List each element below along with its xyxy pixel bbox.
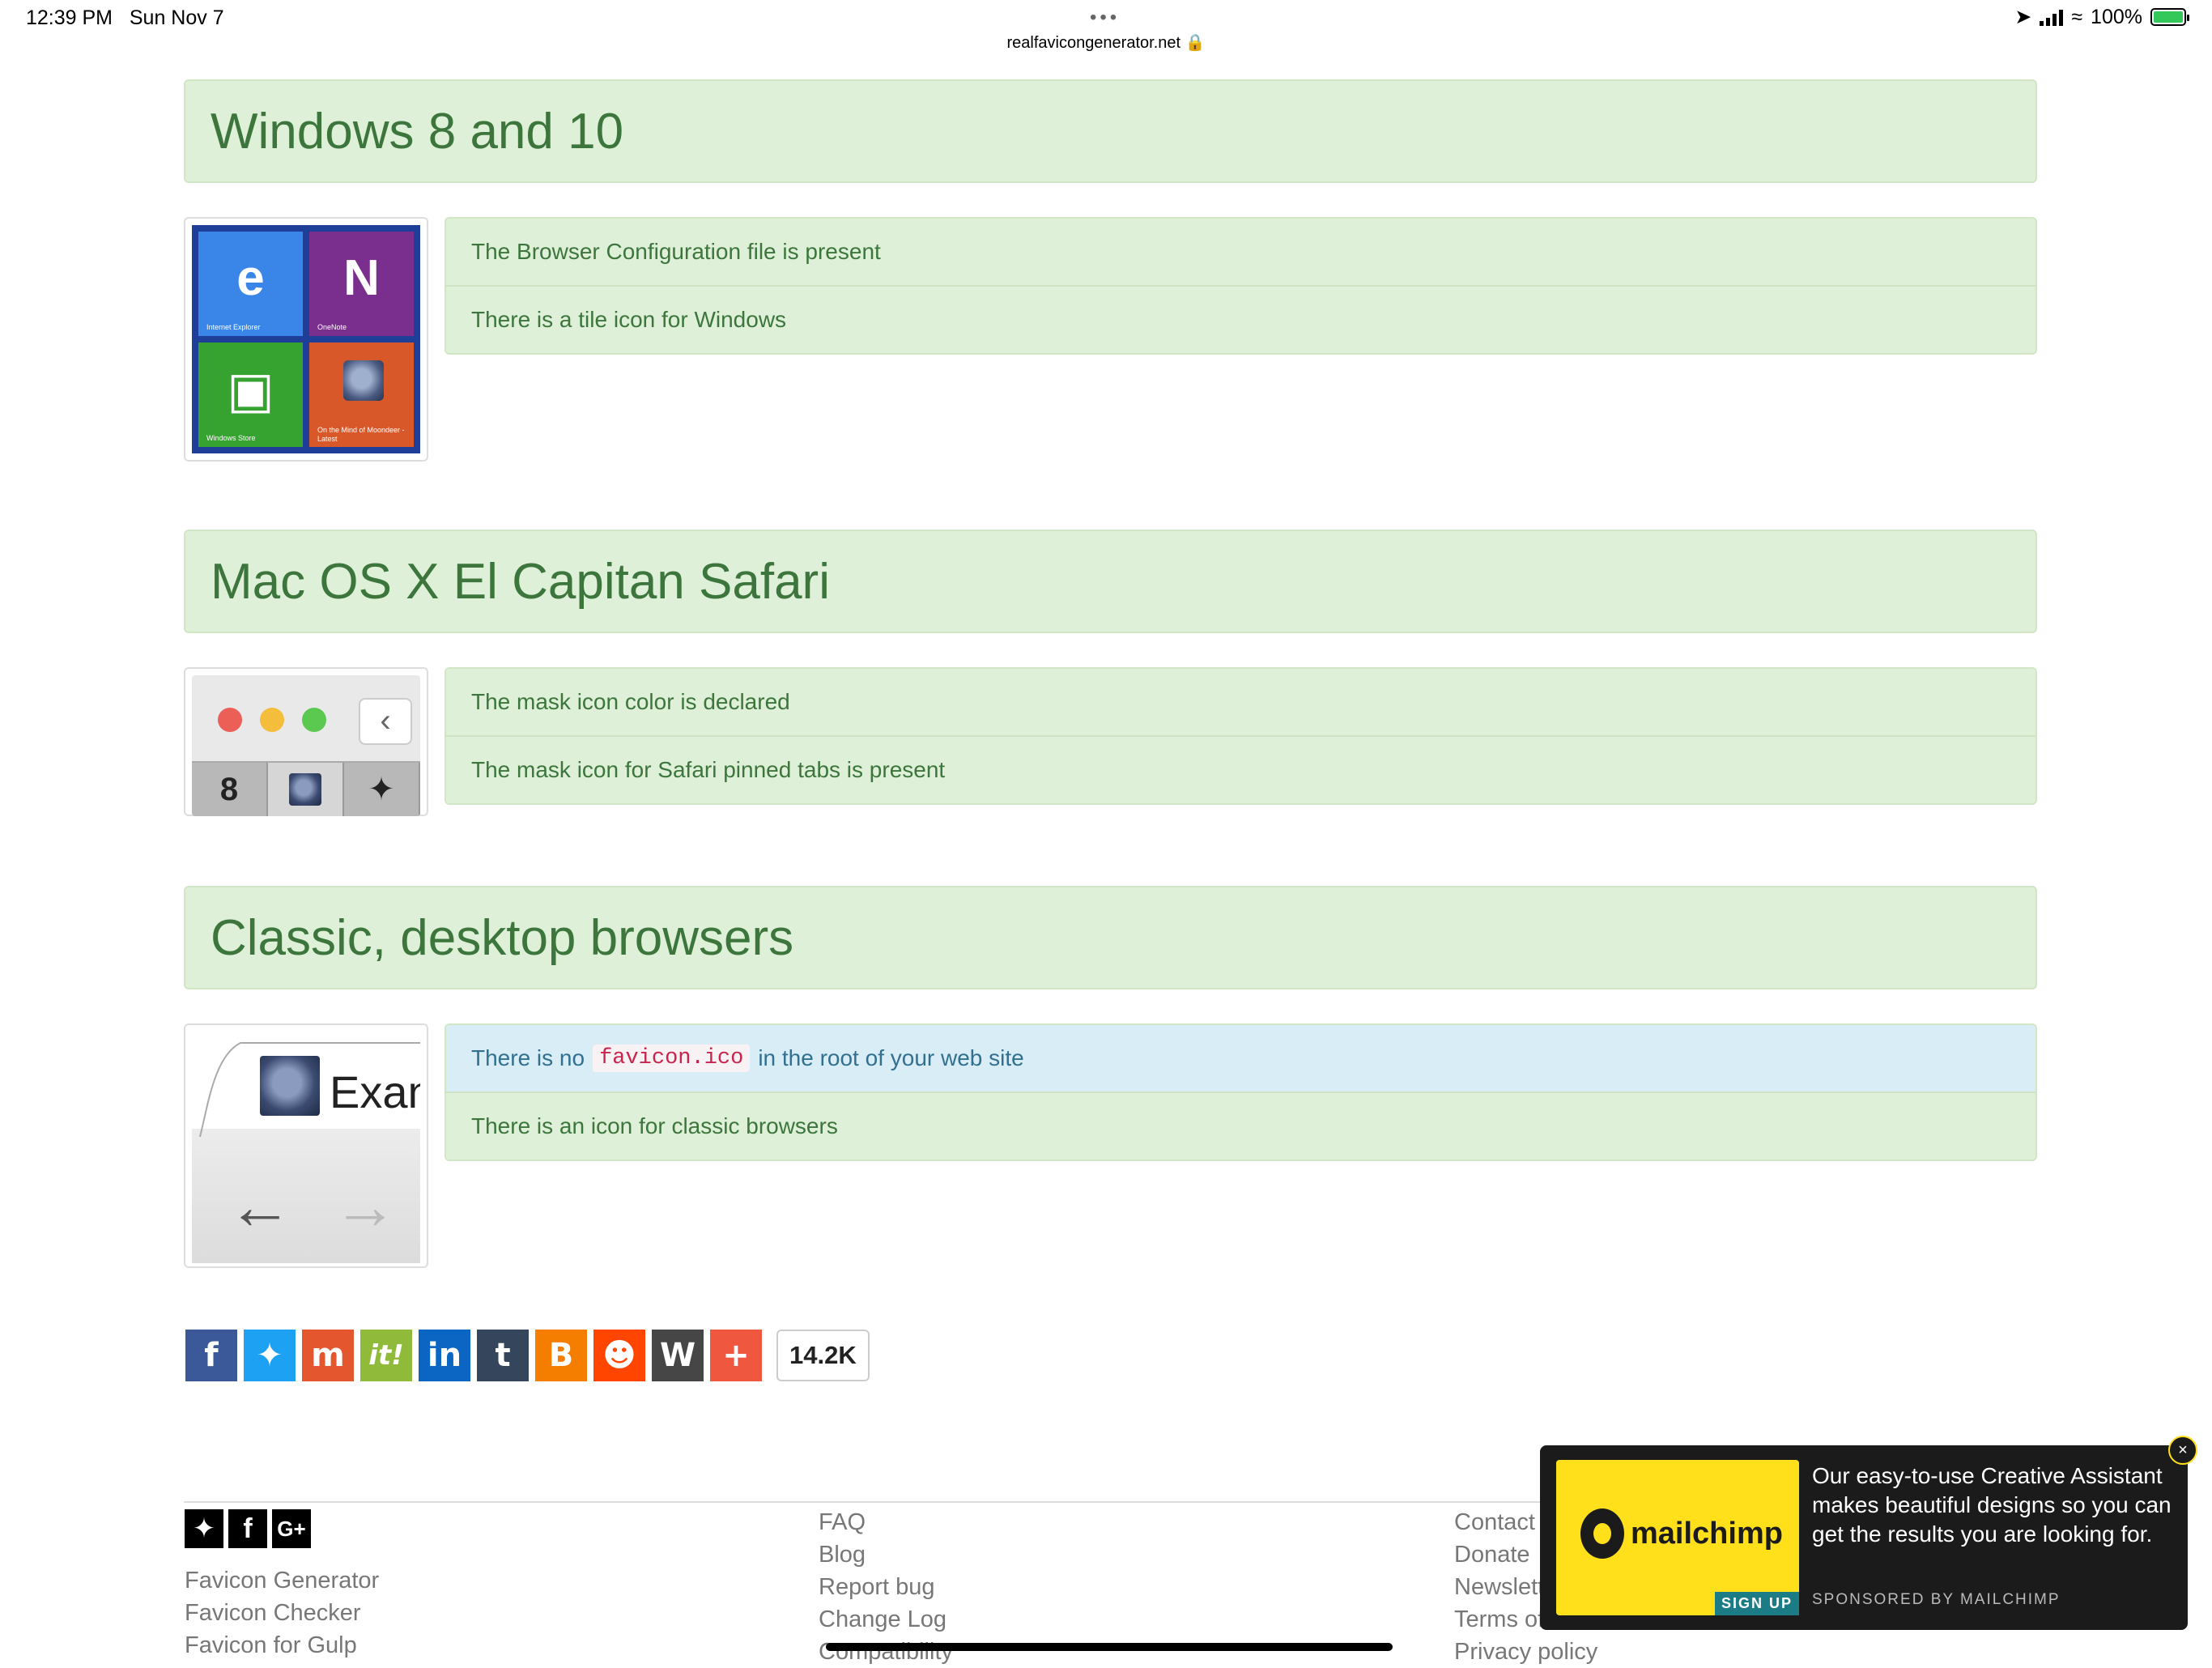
ad-sponsor: SPONSORED BY MAILCHIMP (1812, 1591, 2061, 1608)
battery-percent: 100% (2091, 5, 2142, 28)
store-bag-icon: ▣ (227, 363, 274, 419)
status-bar: 12:39 PM Sun Nov 7 ••• realfavicongenera… (0, 0, 2212, 57)
pinned-tab-google-icon: 8 (192, 763, 268, 816)
freddie-chimp-icon (1580, 1508, 1624, 1559)
tile-site: On the Mind of Moondeer - Latest (309, 343, 414, 447)
close-icon[interactable]: × (2168, 1436, 2197, 1465)
footer-link-blog[interactable]: Blog (819, 1538, 953, 1571)
signup-button[interactable]: SIGN UP (1714, 1592, 1799, 1615)
chevron-left-icon: ‹ (359, 698, 412, 745)
onenote-icon: N (343, 250, 380, 306)
check-tile-icon: There is a tile icon for Windows (446, 285, 2035, 353)
footer-link-change-log[interactable]: Change Log (819, 1603, 953, 1636)
lock-icon: 🔒 (1185, 34, 1206, 52)
signal-icon (2040, 8, 2064, 26)
wordpress-share-icon[interactable]: W (652, 1330, 704, 1381)
section-title-safari: Mac OS X El Capitan Safari (184, 530, 2037, 633)
scoopit-share-icon[interactable]: it! (360, 1330, 412, 1381)
tile-windows-store: ▣ Windows Store (198, 343, 303, 447)
footer-link-compatibility[interactable]: Compatibility (819, 1636, 953, 1668)
location-icon: ➤ (2014, 6, 2032, 28)
facebook-share-icon[interactable]: f (185, 1330, 237, 1381)
zoom-dot-icon (302, 708, 326, 732)
pinned-tab-site (268, 763, 344, 816)
footer-link-favicon-gulp[interactable]: Favicon for Gulp (185, 1629, 379, 1662)
footer-social: ✦ f G+ (185, 1509, 311, 1548)
share-bar: f ✦ m it! in t B ☻ W + 14.2K (185, 1330, 870, 1381)
mix-share-icon[interactable]: m (302, 1330, 354, 1381)
footer-divider (184, 1501, 1544, 1503)
more-share-icon[interactable]: + (710, 1330, 762, 1381)
ie-icon: e (236, 250, 265, 306)
check-mask-color: The mask icon color is declared (446, 669, 2035, 735)
google-plus-icon[interactable]: G+ (272, 1509, 311, 1548)
mailchimp-ad[interactable]: mailchimp SIGN UP Our easy-to-use Creati… (1540, 1436, 2197, 1630)
share-count: 14.2K (776, 1330, 870, 1381)
ad-banner[interactable]: mailchimp SIGN UP (1556, 1460, 1799, 1615)
reddit-share-icon[interactable]: ☻ (593, 1330, 645, 1381)
status-indicators: ➤ ≈ 100% (2014, 5, 2189, 29)
footer-link-report-bug[interactable]: Report bug (819, 1571, 953, 1603)
battery-icon (2150, 8, 2189, 26)
favicon-moon-icon (260, 1056, 320, 1116)
forward-arrow-icon: → (333, 1170, 398, 1242)
tile-onenote: N OneNote (309, 232, 414, 336)
blogger-share-icon[interactable]: B (535, 1330, 587, 1381)
minimize-dot-icon (260, 708, 284, 732)
linkedin-share-icon[interactable]: in (419, 1330, 470, 1381)
wifi-icon: ≈ (2071, 5, 2083, 28)
check-mask-icon: The mask icon for Safari pinned tabs is … (446, 735, 2035, 803)
footer-link-favicon-checker[interactable]: Favicon Checker (185, 1597, 379, 1629)
check-classic-icon: There is an icon for classic browsers (446, 1091, 2035, 1160)
multitasking-dots[interactable]: ••• (1090, 6, 1120, 29)
moon-icon (343, 360, 384, 401)
footer-link-favicon-generator[interactable]: Favicon Generator (185, 1564, 379, 1597)
facebook-icon[interactable]: f (228, 1509, 267, 1548)
classic-checks: There is no favicon.ico in the root of y… (445, 1023, 2037, 1161)
check-favicon-ico: There is no favicon.ico in the root of y… (446, 1025, 2035, 1091)
windows-tiles-preview: e Internet Explorer N OneNote ▣ Windows … (184, 217, 428, 462)
ad-text: Our easy-to-use Creative Assistant makes… (1812, 1463, 2172, 1547)
mailchimp-logo: mailchimp (1580, 1508, 1783, 1559)
tile-internet-explorer: e Internet Explorer (198, 232, 303, 336)
status-time: 12:39 PM Sun Nov 7 (26, 6, 224, 29)
classic-browser-preview: Exan ← → (184, 1023, 428, 1268)
home-indicator[interactable] (826, 1643, 1393, 1651)
twitter-icon[interactable]: ✦ (185, 1509, 223, 1548)
moon-icon (289, 773, 321, 806)
section-title-classic: Classic, desktop browsers (184, 886, 2037, 989)
section-title-windows: Windows 8 and 10 (184, 79, 2037, 183)
back-arrow-icon: ← (228, 1170, 292, 1242)
twitter-share-icon[interactable]: ✦ (244, 1330, 296, 1381)
footer-link-faq[interactable]: FAQ (819, 1506, 953, 1538)
close-dot-icon (218, 708, 242, 732)
safari-preview: ‹ 8 ✦ (184, 667, 428, 816)
footer-link-privacy[interactable]: Privacy policy (1454, 1636, 1597, 1668)
check-browserconfig: The Browser Configuration file is presen… (446, 219, 2035, 285)
windows-checks: The Browser Configuration file is presen… (445, 217, 2037, 355)
tab-title: Exan (330, 1066, 420, 1117)
tumblr-share-icon[interactable]: t (477, 1330, 529, 1381)
pinned-tab-twitter-icon: ✦ (344, 763, 420, 816)
safari-checks: The mask icon color is declared The mask… (445, 667, 2037, 805)
footer-col-tools: Favicon Generator Favicon Checker Favico… (185, 1564, 379, 1662)
address-url[interactable]: realfavicongenerator.net 🔒 (0, 32, 2212, 53)
code-favicon-ico: favicon.ico (593, 1045, 751, 1072)
